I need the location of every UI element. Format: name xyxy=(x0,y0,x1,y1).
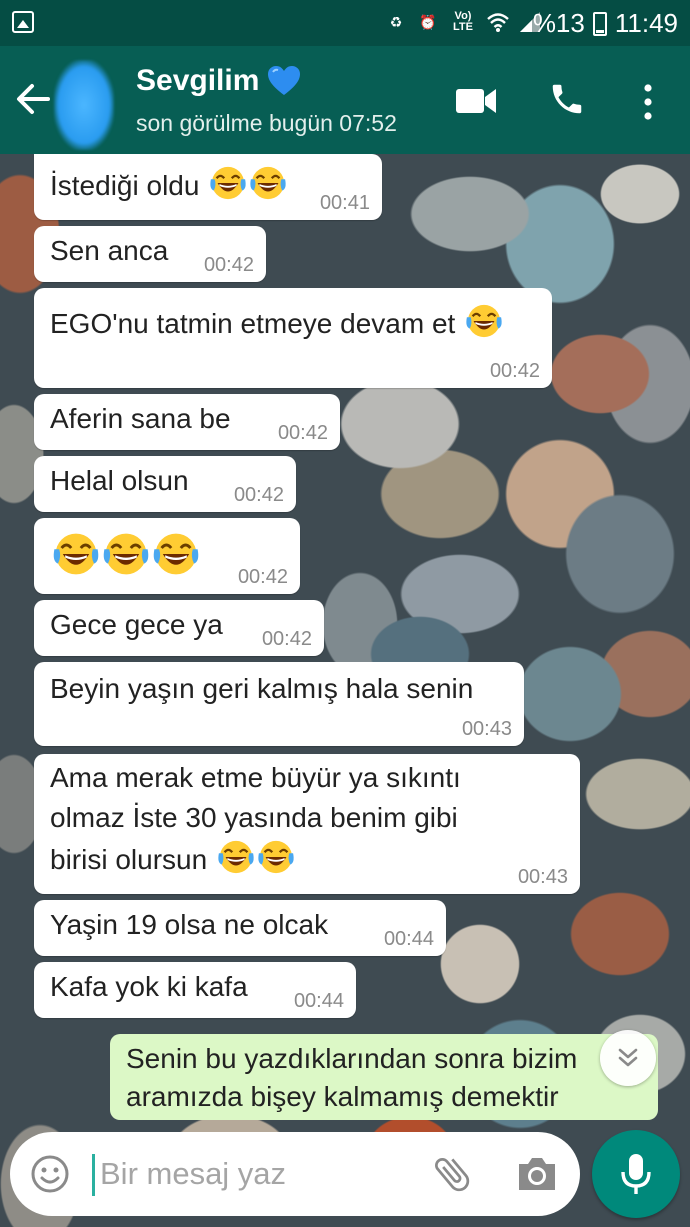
message-time: 00:44 xyxy=(383,928,434,950)
message-time: 00:42 xyxy=(237,566,288,588)
message-time: 00:43 xyxy=(461,718,512,740)
contact-name-text: Sevgilim xyxy=(136,64,260,97)
contact-name[interactable]: Sevgilim xyxy=(136,64,301,98)
laughing-emoji-icon xyxy=(152,530,200,578)
message-input[interactable] xyxy=(100,1148,400,1200)
alarm-icon: ⏰ xyxy=(419,13,437,30)
message-text: EGO'nu tatmin etmeye devam et xyxy=(50,292,538,345)
message-bubble[interactable]: İstediği oldu 00:41 xyxy=(34,154,382,220)
status-bar: ♻ ⏰ Vo) LTE %13 11:49 xyxy=(0,0,690,46)
double-chevron-down-icon xyxy=(618,1048,638,1067)
message-time: 00:43 xyxy=(517,866,568,888)
message-text: Beyin yaşın geri kalmış hala senin xyxy=(50,673,474,704)
message-text: birisi olursun xyxy=(50,838,566,880)
last-seen: son görülme bugün 07:52 xyxy=(136,110,397,136)
laughing-emoji-icon xyxy=(209,164,247,202)
voice-call-icon[interactable] xyxy=(548,80,586,118)
laughing-emoji-icon xyxy=(52,530,100,578)
message-time: 00:44 xyxy=(293,990,344,1012)
message-bubble[interactable]: Sen anca 00:42 xyxy=(34,226,266,282)
message-text: Ama merak etme büyür ya sıkıntı xyxy=(50,762,461,793)
avatar[interactable] xyxy=(54,60,114,150)
camera-icon[interactable] xyxy=(515,1154,559,1194)
blue-heart-icon xyxy=(267,66,301,96)
text-caret xyxy=(92,1154,95,1196)
message-bubble[interactable]: Kafa yok ki kafa 00:44 xyxy=(34,962,356,1018)
recycle-icon: ♻ xyxy=(389,13,403,30)
message-time: 00:41 xyxy=(319,192,370,214)
message-bubble[interactable]: 00:42 xyxy=(34,518,300,594)
chat-header: Sevgilim son görülme bugün 07:52 xyxy=(0,46,690,154)
sent-message-text: Senin bu yazdıklarından sonra bizim xyxy=(126,1043,578,1074)
laughing-emoji-icon xyxy=(102,530,150,578)
emoji-icon[interactable] xyxy=(30,1154,70,1194)
message-bubble[interactable]: Ama merak etme büyür ya sıkıntı olmaz İs… xyxy=(34,754,580,894)
message-time: 00:42 xyxy=(233,484,284,506)
message-text: Yaşin 19 olsa ne olcak xyxy=(50,909,329,940)
voice-record-button[interactable] xyxy=(592,1130,680,1218)
volte-icon: Vo) LTE xyxy=(453,10,473,33)
more-options-icon[interactable] xyxy=(636,82,660,122)
gallery-notification-icon xyxy=(12,11,34,33)
message-time: 00:42 xyxy=(277,422,328,444)
laughing-emoji-icon xyxy=(217,838,255,876)
clock: 11:49 xyxy=(614,8,678,38)
wifi-icon xyxy=(486,10,510,34)
message-time: 00:42 xyxy=(203,254,254,276)
message-bubble[interactable]: Yaşin 19 olsa ne olcak 00:44 xyxy=(34,900,446,956)
message-time: 00:42 xyxy=(489,360,540,382)
back-arrow-icon[interactable] xyxy=(14,80,52,118)
sent-message-bubble[interactable]: Senin bu yazdıklarından sonra bizim aram… xyxy=(110,1034,658,1120)
message-text: olmaz İste 30 yasında benim gibi xyxy=(50,802,458,833)
message-bubble[interactable]: Beyin yaşın geri kalmış hala senin 00:43 xyxy=(34,662,524,746)
scroll-to-bottom-button[interactable] xyxy=(600,1030,656,1086)
status-icons: ♻ ⏰ Vo) LTE xyxy=(384,10,542,34)
laughing-emoji-icon xyxy=(465,302,503,340)
battery-icon xyxy=(592,11,607,36)
battery-percent: %13 xyxy=(532,8,585,38)
message-input-bar xyxy=(10,1132,580,1216)
laughing-emoji-icon xyxy=(257,838,295,876)
message-bubble[interactable]: Aferin sana be 00:42 xyxy=(34,394,340,450)
message-bubble[interactable]: EGO'nu tatmin etmeye devam et 00:42 xyxy=(34,288,552,388)
laughing-emoji-icon xyxy=(249,164,287,202)
video-call-icon[interactable] xyxy=(455,86,497,116)
message-bubble[interactable]: Helal olsun 00:42 xyxy=(34,456,296,512)
sent-message-text: aramızda bişey kalmamış demektir xyxy=(126,1081,559,1112)
microphone-icon xyxy=(621,1154,651,1194)
battery-clock: %13 11:49 xyxy=(533,8,678,39)
attach-icon[interactable] xyxy=(430,1152,474,1196)
message-bubble[interactable]: Gece gece ya 00:42 xyxy=(34,600,324,656)
message-time: 00:42 xyxy=(261,628,312,650)
